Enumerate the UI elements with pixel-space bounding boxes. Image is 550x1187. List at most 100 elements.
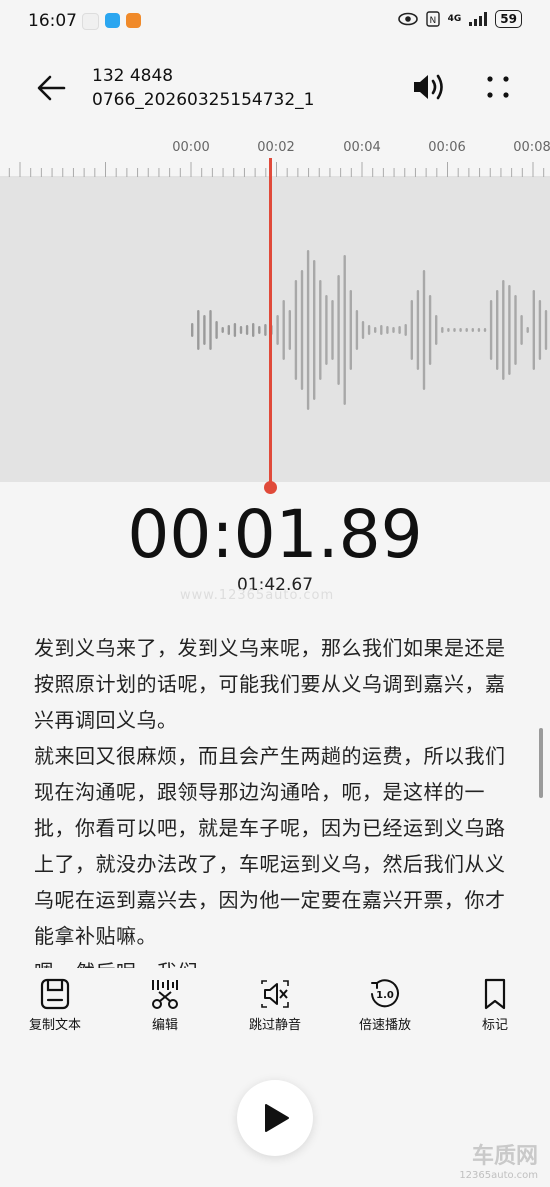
- waveform-bar: [471, 328, 474, 332]
- waveform-bar: [508, 285, 511, 375]
- waveform-bar: [441, 327, 444, 333]
- watermark-center: www.12365auto.com: [180, 588, 335, 603]
- waveform-bar: [203, 315, 206, 345]
- waveform-bar: [300, 270, 304, 390]
- watermark-logo: 车质网: [471, 1144, 538, 1169]
- waveform-bar: [416, 290, 420, 370]
- waveform-bar: [276, 315, 279, 345]
- waveform-bar: [514, 295, 517, 365]
- waveform-bar: [520, 315, 523, 345]
- waveform-bar: [404, 324, 407, 336]
- waveform-bar: [331, 300, 334, 360]
- waveform-bar: [477, 328, 481, 332]
- skip-silence-label: 跳过静音: [248, 1018, 301, 1033]
- notification-app-icon: [126, 13, 141, 28]
- waveform-bar: [398, 326, 401, 334]
- notification-app-icon: [105, 13, 120, 28]
- waveform-bar: [258, 326, 261, 334]
- playback-speed-button[interactable]: 1.0 倍速播放: [335, 978, 435, 1033]
- speaker-icon[interactable]: [410, 70, 450, 104]
- signal-icon: [469, 12, 488, 26]
- timeline-tick-label: 00:00: [172, 140, 209, 155]
- waveform-bar: [483, 328, 487, 332]
- transcript-paragraph: 嗯，然后呢，我们。: [34, 954, 520, 968]
- waveform-bar: [337, 275, 340, 385]
- waveform-bar: [502, 280, 505, 380]
- waveform-bar: [288, 310, 291, 350]
- transcript-paragraph: 发到义乌来了，发到义乌来呢，那么我们如果是还是按照原计划的话呢，可能我们要从义乌…: [34, 636, 506, 732]
- transcript-panel[interactable]: 发到义乌来了，发到义乌来呢，那么我们如果是还是按照原计划的话呢，可能我们要从义乌…: [34, 630, 520, 968]
- waveform-bar: [422, 270, 426, 390]
- waveform-bar: [355, 310, 359, 350]
- playhead-handle[interactable]: [264, 481, 277, 494]
- waveform-bar: [191, 323, 194, 337]
- transcript-scrollbar[interactable]: [539, 728, 543, 798]
- waveform-bar: [544, 310, 548, 350]
- waveform-bar: [386, 326, 389, 334]
- timeline-ruler[interactable]: 00:00 00:02 00:04 00:06 00:08: [0, 130, 550, 178]
- app-header: 132 4848 0766_20260325154732_1: [0, 56, 550, 120]
- bottom-toolbar: 复制文本 编辑 跳过静音 1.0 倍速播放 标记: [0, 978, 550, 1048]
- waveform-bar: [392, 327, 395, 333]
- skip-silence-button[interactable]: 跳过静音: [225, 978, 325, 1033]
- waveform-bar: [245, 325, 249, 335]
- svg-text:N: N: [429, 16, 436, 26]
- waveform-svg: [191, 250, 548, 410]
- timeline-tick-label: 00:08: [513, 140, 550, 155]
- timeline-tick-label: 00:04: [343, 140, 380, 155]
- nfc-icon: N: [425, 11, 440, 27]
- edit-button[interactable]: 编辑: [115, 978, 215, 1033]
- waveform-bar: [447, 328, 450, 332]
- waveform-bar: [465, 328, 468, 332]
- status-indicators: N 4G 59: [397, 10, 522, 28]
- waveform-bar: [538, 300, 542, 360]
- waveform-bar: [221, 327, 224, 333]
- waveform-bar: [197, 310, 200, 350]
- status-bar: 16:07 N 4G 59: [0, 0, 550, 44]
- waveform-bar: [227, 325, 230, 335]
- waveform-bar: [489, 300, 493, 360]
- copy-text-label: 复制文本: [28, 1018, 81, 1033]
- timeline-tick-label: 00:02: [257, 140, 294, 155]
- waveform-bar: [410, 300, 413, 360]
- waveform-bar: [306, 250, 310, 410]
- mute-speaker-icon: [261, 980, 289, 1008]
- waveform-bar: [361, 321, 365, 339]
- play-icon: [265, 1104, 289, 1132]
- speed-value: 1.0: [376, 990, 394, 1001]
- waveform-area[interactable]: [0, 178, 550, 482]
- waveform-bar: [435, 315, 438, 345]
- waveform-bar: [215, 321, 218, 339]
- timeline-ruler-svg: 00:00 00:02 00:04 00:06 00:08: [0, 140, 550, 178]
- waveform-bar: [367, 325, 371, 335]
- waveform-bar: [349, 290, 352, 370]
- playhead-line[interactable]: [269, 158, 272, 488]
- waveform-bar: [496, 290, 499, 370]
- status-time: 16:07: [28, 11, 77, 31]
- speed-icon: 1.0: [371, 979, 399, 1008]
- watermark-url: 12365auto.com: [459, 1170, 538, 1181]
- recording-title-line2: 0766_20260325154732_1: [92, 90, 315, 110]
- waveform-bar: [428, 295, 432, 365]
- bookmark-icon: [484, 978, 506, 1010]
- notification-app-icon: [82, 13, 99, 30]
- more-options-icon[interactable]: [483, 72, 513, 102]
- waveform-bar: [532, 290, 535, 370]
- waveform-bars: [191, 250, 548, 410]
- edit-label: 编辑: [151, 1018, 178, 1033]
- mark-label: 标记: [481, 1018, 508, 1033]
- waveform-bar: [239, 326, 243, 334]
- timeline-tick-label: 00:06: [428, 140, 465, 155]
- copy-text-button[interactable]: 复制文本: [5, 978, 105, 1033]
- waveform-bar: [313, 260, 316, 400]
- eye-icon: [397, 12, 418, 26]
- recording-title-line1: 132 4848: [92, 66, 174, 86]
- play-button[interactable]: [237, 1080, 313, 1156]
- back-arrow-icon[interactable]: [34, 70, 70, 106]
- mark-button[interactable]: 标记: [445, 978, 545, 1033]
- speed-label: 倍速播放: [358, 1018, 411, 1033]
- notification-icons: [82, 13, 141, 30]
- waveform-bar: [294, 280, 298, 380]
- scissors-icon: [152, 980, 178, 1009]
- waveform-bar: [233, 323, 237, 337]
